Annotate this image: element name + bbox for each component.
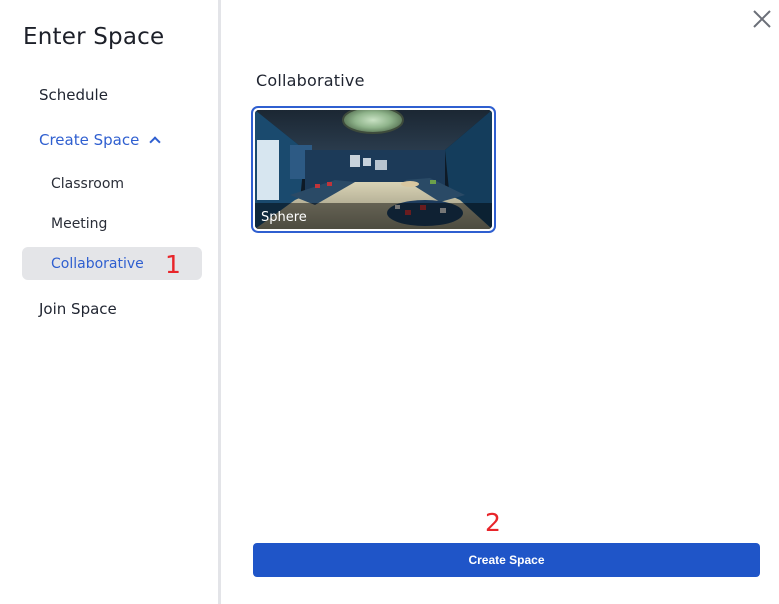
space-card-sphere[interactable]: Sphere	[251, 106, 496, 233]
sidebar-item-create-space[interactable]: Create Space	[39, 131, 161, 149]
sidebar-divider	[218, 0, 221, 604]
close-icon[interactable]	[751, 8, 773, 30]
sidebar-item-label: Collaborative	[51, 256, 144, 272]
annotation-marker: 1	[165, 250, 181, 279]
card-thumbnail: Sphere	[255, 110, 492, 229]
create-space-button[interactable]: Create Space	[253, 543, 760, 577]
section-title: Collaborative	[256, 71, 365, 90]
sidebar-item-join-space[interactable]: Join Space	[39, 300, 117, 318]
sidebar-item-schedule[interactable]: Schedule	[39, 86, 108, 104]
sidebar: Enter Space Schedule Create Space Classr…	[0, 0, 218, 604]
page-title: Enter Space	[23, 24, 165, 50]
sidebar-item-meeting[interactable]: Meeting	[51, 216, 107, 232]
card-label: Sphere	[261, 210, 307, 225]
sidebar-item-label: Create Space	[39, 131, 140, 149]
sidebar-item-classroom[interactable]: Classroom	[51, 176, 124, 192]
annotation-marker: 2	[485, 508, 501, 537]
chevron-up-icon	[149, 136, 161, 148]
enter-space-dialog: Enter Space Schedule Create Space Classr…	[0, 0, 779, 604]
